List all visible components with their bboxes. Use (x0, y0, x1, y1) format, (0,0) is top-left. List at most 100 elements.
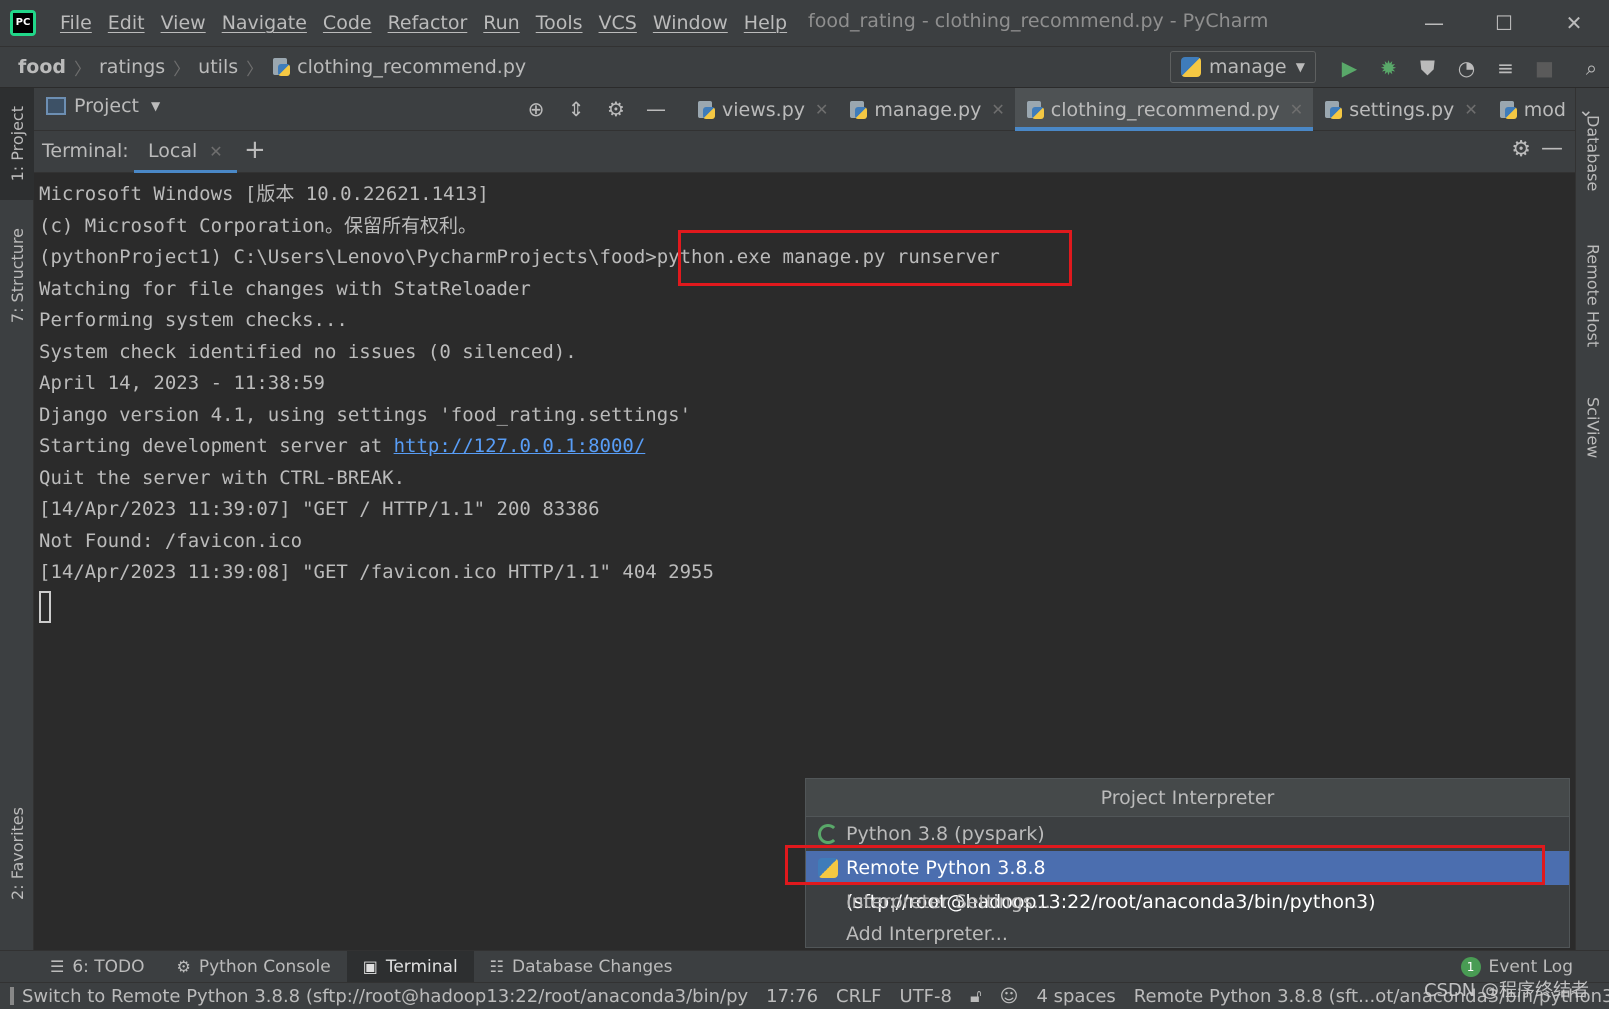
loading-icon (818, 824, 838, 844)
profile-icon[interactable]: ◔ (1447, 51, 1486, 85)
line-separator[interactable]: CRLF (827, 986, 890, 1007)
menu-code[interactable]: Code (315, 12, 380, 34)
breadcrumb-file[interactable]: clothing_recommend.py (271, 56, 526, 78)
run-icon[interactable]: ▶ (1330, 51, 1369, 85)
search-icon[interactable]: ⌕ (1572, 51, 1609, 85)
debug-icon[interactable]: ✹ (1369, 51, 1408, 85)
concurrency-icon[interactable]: ≡ (1486, 51, 1525, 85)
bottom-tab-label: Terminal (385, 956, 458, 977)
minimize-icon[interactable]: — (1399, 0, 1469, 46)
chevron-right-icon: 〉 (173, 59, 191, 80)
menu-edit[interactable]: Edit (100, 12, 153, 34)
popup-item-label: Python 3.8 (pyspark) (846, 823, 1045, 845)
menu-refactor[interactable]: Refactor (380, 12, 476, 34)
close-icon[interactable]: ✕ (1464, 100, 1477, 119)
tool-tab-sciview-label: SciView (1583, 397, 1603, 459)
project-toolbar-row: Project ▼ ⊕ ⇕ ⚙ — views.py ✕ manage.py ✕… (34, 88, 1594, 131)
chevron-down-icon: ▼ (151, 99, 161, 113)
stop-icon[interactable]: ■ (1525, 51, 1564, 85)
project-view-selector[interactable]: Project ▼ (46, 95, 160, 117)
menu-tools[interactable]: Tools (528, 12, 591, 34)
gear-icon[interactable]: ⚙ (596, 92, 636, 126)
caret-position[interactable]: 17:76 (757, 986, 827, 1007)
menu-vcs[interactable]: VCS (591, 12, 645, 34)
left-tool-strip: 1: Project 7: Structure 2: Favorites (0, 88, 34, 950)
breadcrumb-ratings[interactable]: ratings (99, 56, 165, 78)
tool-tab-project[interactable]: 1: Project (0, 88, 34, 200)
python-icon: ⚙ (176, 957, 191, 976)
watermark: CSDN @程序终结者 (1423, 980, 1589, 1001)
python-icon (1181, 57, 1201, 77)
menu-view[interactable]: View (153, 12, 214, 34)
tool-tab-structure-label: 7: Structure (7, 228, 27, 324)
server-url-link[interactable]: http://127.0.0.1:8000/ (394, 435, 646, 457)
tab-mod[interactable]: mod ⌄ (1488, 88, 1604, 131)
tab-settings-py[interactable]: settings.py ✕ (1313, 88, 1488, 131)
new-terminal-icon[interactable]: + (244, 135, 266, 165)
run-config-label: manage (1209, 56, 1287, 78)
python-file-icon (271, 57, 291, 77)
popup-item-label: Add Interpreter... (846, 923, 1008, 945)
hide-icon[interactable]: — (1541, 136, 1563, 161)
tab-clothing-recommend-py[interactable]: clothing_recommend.py ✕ (1014, 88, 1314, 131)
inspector-icon[interactable]: ☺ (991, 986, 1028, 1007)
tool-tab-database-changes[interactable]: ☷ Database Changes (474, 951, 689, 983)
bottom-tab-label: 6: TODO (72, 956, 145, 977)
tool-tab-terminal[interactable]: ▣ Terminal (346, 950, 474, 983)
menu-navigate[interactable]: Navigate (214, 12, 315, 34)
terminal-tab-label: Local (148, 140, 198, 162)
maximize-icon[interactable]: ☐ (1469, 0, 1539, 46)
interpreter-settings-item[interactable]: Interpreter Settings... (806, 885, 1569, 919)
close-icon[interactable]: ✕ (1290, 100, 1303, 119)
close-icon[interactable]: ✕ (991, 100, 1004, 119)
status-bar: Switch to Remote Python 3.8.8 (sftp://ro… (0, 982, 1609, 1009)
selection-highlight-box (785, 845, 1545, 885)
python-file-icon (1323, 100, 1343, 120)
locate-icon[interactable]: ⊕ (516, 92, 556, 126)
menu-window[interactable]: Window (645, 12, 736, 34)
pycharm-logo-icon (10, 10, 36, 36)
tab-manage-py[interactable]: manage.py ✕ (838, 88, 1014, 131)
tab-label: views.py (722, 98, 805, 121)
terminal-prompt[interactable] (39, 589, 1575, 623)
close-icon[interactable]: ✕ (1539, 0, 1609, 46)
breadcrumb-food[interactable]: food (18, 56, 66, 78)
menu-help[interactable]: Help (736, 12, 795, 34)
tool-tab-structure[interactable]: 7: Structure (0, 216, 34, 336)
terminal-tab-local[interactable]: Local ✕ (134, 131, 237, 173)
menu-bar: File Edit View Navigate Code Refactor Ru… (52, 12, 795, 34)
menu-run[interactable]: Run (475, 12, 527, 34)
terminal-line: Quit the server with CTRL-BREAK. (39, 466, 406, 489)
lock-icon[interactable]: 🔓︎ (961, 986, 991, 1007)
hide-icon[interactable]: — (636, 92, 676, 126)
run-config-selector[interactable]: manage ▼ (1170, 51, 1316, 83)
coverage-icon[interactable]: ⛊ (1408, 51, 1447, 85)
close-icon[interactable]: ✕ (209, 142, 222, 161)
tab-label: settings.py (1349, 98, 1455, 121)
gear-icon[interactable]: ⚙ (1511, 137, 1531, 162)
indent-setting[interactable]: 4 spaces (1027, 986, 1124, 1007)
tool-tab-remote-host[interactable]: Remote Host (1576, 233, 1609, 358)
terminal-line: Not Found: /favicon.ico (39, 529, 303, 552)
tool-tab-favorites[interactable]: 2: Favorites (0, 793, 34, 913)
tab-views-py[interactable]: views.py ✕ (686, 88, 838, 131)
window-title: food_rating - clothing_recommend.py - Py… (808, 10, 1269, 32)
terminal-cursor (39, 590, 51, 623)
tool-tab-todo[interactable]: ☰ 6: TODO (34, 951, 161, 983)
navigation-bar: food 〉 ratings 〉 utils 〉 clothing_recomm… (0, 46, 1609, 88)
bottom-tab-label: Database Changes (512, 956, 673, 977)
breadcrumb-utils[interactable]: utils (198, 56, 238, 78)
python-file-icon (848, 100, 868, 120)
menu-file[interactable]: File (52, 12, 100, 34)
terminal-line-server: Starting development server at http://12… (39, 431, 1575, 463)
chevron-down-icon[interactable]: ⌄ (1578, 99, 1594, 121)
tool-tab-python-console[interactable]: ⚙ Python Console (161, 951, 347, 983)
terminal-line-text: Starting development server at (39, 435, 394, 457)
collapse-all-icon[interactable]: ⇕ (556, 92, 596, 126)
close-icon[interactable]: ✕ (815, 100, 828, 119)
breadcrumb-file-label: clothing_recommend.py (297, 56, 527, 78)
file-encoding[interactable]: UTF-8 (891, 986, 961, 1007)
python-file-icon (1025, 100, 1045, 120)
tool-tab-sciview[interactable]: SciView (1576, 383, 1609, 473)
add-interpreter-item[interactable]: Add Interpreter... (806, 919, 1569, 949)
